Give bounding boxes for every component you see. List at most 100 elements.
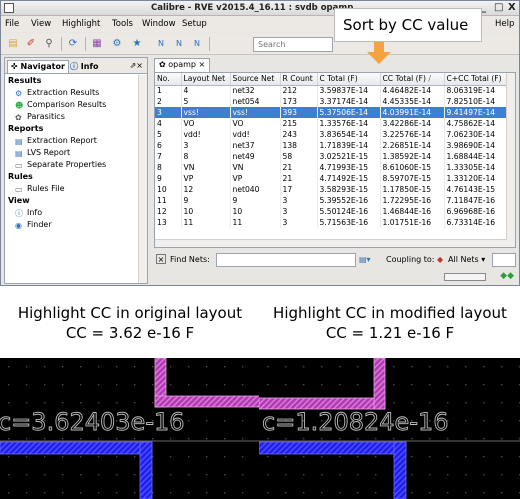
nav-item-finder[interactable]: ◉ Finder xyxy=(5,219,137,231)
blue-wire-vertical xyxy=(393,441,407,499)
results-panel: ✿ opamp × No. Layout Net Source Net R Co… xyxy=(151,57,516,284)
cell-no: 11 xyxy=(155,195,182,206)
cell-c-total: 1.71839E-14 xyxy=(317,140,381,151)
cell-cc-total: 8.59707E-15 xyxy=(380,173,445,184)
nav-item-label: Extraction Report xyxy=(27,136,97,145)
cell-c-cc-total: 6.96968E-16 xyxy=(444,206,508,217)
search-field[interactable] xyxy=(253,37,333,52)
zoom-icon[interactable]: ⚲ xyxy=(41,37,57,51)
table-row[interactable]: 3 vss! vss! 393 5.37506E-14 4.03991E-14 9.4149… xyxy=(155,107,508,118)
coupling-to-label: Coupling to: xyxy=(386,255,435,264)
nav-item-extraction-report[interactable]: ▤ Extraction Report xyxy=(5,135,137,147)
table-row[interactable]: 2 5 net054 173 3.37174E-14 4.45335E-14 7.82510… xyxy=(155,96,508,107)
find-nets-field[interactable] xyxy=(216,253,356,267)
cell-layout-net: VO xyxy=(181,118,231,129)
probe-icon[interactable]: ★ xyxy=(129,37,145,51)
navigate-arrows-icon[interactable]: ◆◆ xyxy=(500,271,514,281)
col-header-source-net[interactable]: Source Net xyxy=(230,73,281,86)
cell-c-total: 5.37506E-14 xyxy=(317,107,381,118)
net-add-icon[interactable]: N xyxy=(171,37,187,51)
magenta-wire-vertical xyxy=(373,358,386,410)
blue-wire-vertical xyxy=(139,441,153,499)
close-find-icon[interactable]: × xyxy=(156,254,166,264)
menu-view[interactable]: View xyxy=(31,19,51,29)
close-tab-icon[interactable]: × xyxy=(199,60,206,69)
cell-cc-total: 4.45335E-14 xyxy=(380,96,445,107)
dock-float-icon[interactable]: ⇗× xyxy=(130,61,143,70)
cell-c-cc-total: 1.33120E-14 xyxy=(444,173,508,184)
find-nets-input[interactable] xyxy=(217,254,355,266)
cell-c-cc-total: 7.11847E-16 xyxy=(444,195,508,206)
col-header-layout-net[interactable]: Layout Net xyxy=(181,73,231,86)
table-row[interactable]: 5 vdd! vdd! 243 3.83654E-14 3.22576E-14 7.0623… xyxy=(155,129,508,140)
cell-layout-net: 12 xyxy=(181,184,231,195)
table-row[interactable]: 8 VN VN 21 4.71993E-15 8.61060E-15 1.33305E-14 xyxy=(155,162,508,173)
nav-item-separate-properties[interactable]: ▭ Separate Properties xyxy=(5,159,137,171)
cell-layout-net: VN xyxy=(181,162,231,173)
cell-source-net: net32 xyxy=(230,85,281,96)
coupling-select[interactable]: All Nets ▾ xyxy=(448,255,485,264)
tab-navigator[interactable]: ✜ Navigator xyxy=(7,60,69,73)
nav-item-comparison-results[interactable]: ☻ Comparison Results xyxy=(5,99,137,111)
find-options-icon[interactable]: ▤▾ xyxy=(359,255,371,264)
net-icon[interactable]: N xyxy=(153,37,169,51)
cell-c-total: 5.71563E-16 xyxy=(317,217,381,228)
nav-item-lvs-report[interactable]: ▤ LVS Report xyxy=(5,147,137,159)
menu-file[interactable]: File xyxy=(5,19,19,29)
table-row[interactable]: 9 VP VP 21 4.71492E-15 8.59707E-15 1.33120E-14 xyxy=(155,173,508,184)
cell-no: 3 xyxy=(155,107,182,118)
table-row[interactable]: 1 4 net32 212 3.59837E-14 4.46482E-14 8.06319E… xyxy=(155,85,508,96)
table-row[interactable]: 13 11 11 3 5.71563E-16 1.01751E-16 6.73314E-16 xyxy=(155,217,508,228)
results-horizontal-scrollbar[interactable] xyxy=(155,239,507,247)
cell-source-net: 10 xyxy=(230,206,281,217)
navigator-list: Results ⚙ Extraction Results ☻ Comparison … xyxy=(5,75,137,231)
table-row[interactable]: 12 10 10 3 5.50124E-16 1.46844E-16 6.96968E-16 xyxy=(155,206,508,217)
table-row[interactable]: 4 VO VO 215 1.33576E-14 3.42286E-14 4.75862E-1… xyxy=(155,118,508,129)
results-vertical-scrollbar[interactable] xyxy=(506,73,515,247)
cell-source-net: net040 xyxy=(230,184,281,195)
cell-r-count: 17 xyxy=(280,184,318,195)
menu-tools[interactable]: Tools xyxy=(112,19,133,29)
open-folder-icon[interactable]: ▤ xyxy=(5,37,21,51)
table-row[interactable]: 10 12 net040 17 3.58293E-15 1.17850E-15 4.7614… xyxy=(155,184,508,195)
nav-item-info[interactable]: ⓘ Info xyxy=(5,207,137,219)
table-row[interactable]: 11 9 9 3 5.39552E-16 1.72295E-16 7.11847E-16 xyxy=(155,195,508,206)
nav-item-parasitics[interactable]: ✿ Parasitics xyxy=(5,111,137,123)
cell-c-total: 1.33576E-14 xyxy=(317,118,381,129)
maximize-button[interactable]: □ xyxy=(494,2,503,13)
navigator-scrollbar[interactable] xyxy=(138,75,147,283)
tab-info[interactable]: ⓘ Info xyxy=(67,60,101,73)
sync-icon[interactable]: ⟳ xyxy=(65,37,81,51)
col-header-c-total[interactable]: C Total (F) xyxy=(317,73,381,86)
menu-help[interactable]: Help xyxy=(495,19,514,29)
col-header-no[interactable]: No. xyxy=(155,73,182,86)
col-header-cc-total[interactable]: CC Total (F) / xyxy=(380,73,445,86)
col-header-c-cc-total[interactable]: C+CC Total (F) xyxy=(444,73,508,86)
cell-no: 13 xyxy=(155,217,182,228)
net-remove-icon[interactable]: N xyxy=(189,37,205,51)
cell-layout-net: 4 xyxy=(181,85,231,96)
menu-highlight[interactable]: Highlight xyxy=(62,19,100,29)
cell-c-cc-total: 4.76143E-15 xyxy=(444,184,508,195)
nav-item-extraction-results[interactable]: ⚙ Extraction Results xyxy=(5,87,137,99)
sort-indicator-icon: / xyxy=(428,74,431,84)
layers-icon[interactable]: ▦ xyxy=(89,37,105,51)
tab-opamp[interactable]: ✿ opamp × xyxy=(154,58,211,72)
search-input[interactable] xyxy=(254,38,332,51)
cell-no: 5 xyxy=(155,129,182,140)
col-header-r-count[interactable]: R Count xyxy=(280,73,318,86)
filter-icon[interactable]: ⚙ xyxy=(109,37,125,51)
close-button[interactable]: X xyxy=(508,2,516,13)
capacitance-label-modified: c=1.20824e-16 xyxy=(262,408,449,436)
cell-r-count: 243 xyxy=(280,129,318,140)
menu-window[interactable]: Window xyxy=(142,19,176,29)
nav-item-rules-file[interactable]: ▭ Rules File xyxy=(5,183,137,195)
coupling-options-field[interactable] xyxy=(492,253,516,267)
menu-setup[interactable]: Setup xyxy=(182,19,207,29)
table-row[interactable]: 7 8 net49 58 3.02521E-15 1.38592E-14 1.68844E-… xyxy=(155,151,508,162)
cc-total-label: CC Total (F) xyxy=(382,74,426,84)
cell-r-count: 3 xyxy=(280,217,318,228)
highlight-pen-icon[interactable]: ✐ xyxy=(23,37,39,51)
table-row[interactable]: 6 3 net37 138 1.71839E-14 2.26851E-14 3.98690E… xyxy=(155,140,508,151)
modified-layout-canvas: c=1.20824e-16 xyxy=(259,358,520,499)
